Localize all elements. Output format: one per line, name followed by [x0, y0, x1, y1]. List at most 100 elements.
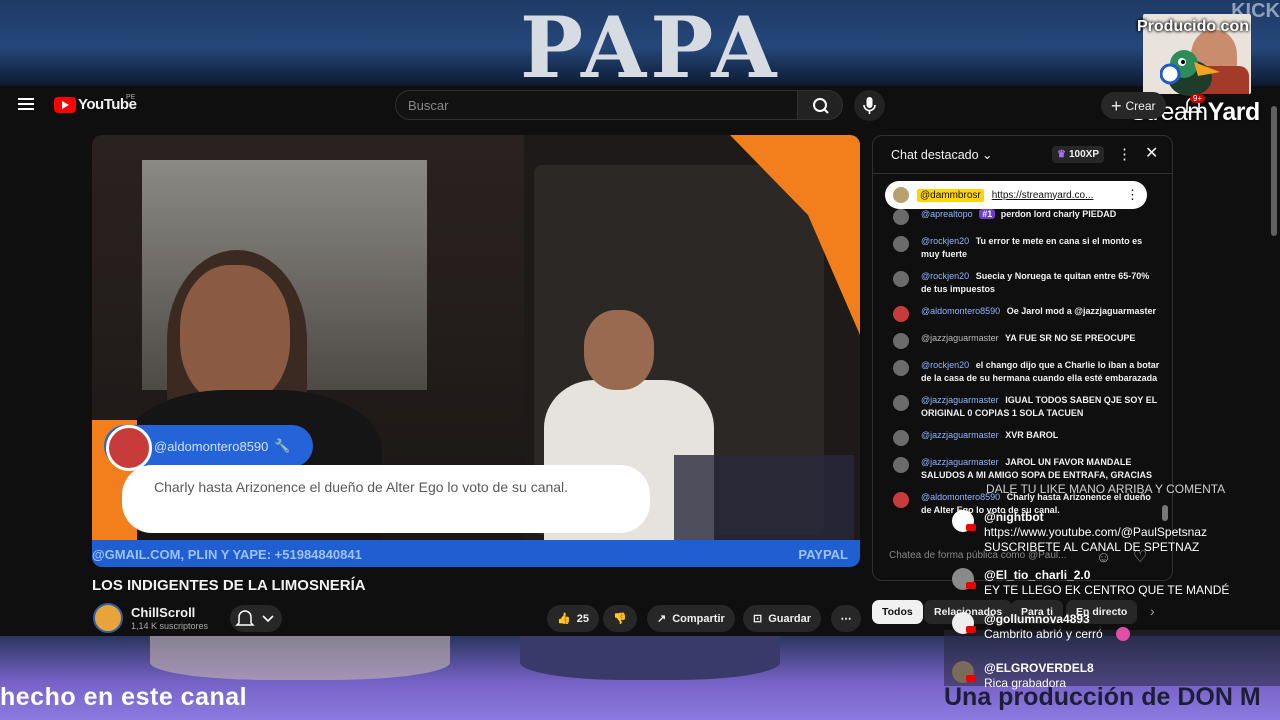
chat-author[interactable]: @rockjen20: [921, 236, 969, 246]
search-icon: [813, 98, 829, 114]
overlay-comment-name: @ELGROVERDEL8: [984, 661, 1094, 675]
wrench-icon: 🔧: [274, 438, 291, 453]
bottom-banner-left-text: hecho en este canal: [0, 683, 248, 711]
chat-author[interactable]: @rockjen20: [921, 271, 969, 281]
share-label: Compartir: [672, 612, 725, 625]
subscription-bell-button[interactable]: [230, 605, 282, 632]
chevron-down-icon: ⌄: [982, 148, 993, 162]
youtube-badge-icon: [966, 524, 976, 531]
chat-message: @rockjen20 Suecia y Noruega te quitan en…: [873, 268, 1172, 298]
chat-author[interactable]: @aprealtopo: [921, 209, 973, 219]
avatar: [893, 271, 909, 287]
chat-title: Chat destacado: [891, 148, 979, 162]
create-label: Crear: [1125, 98, 1156, 113]
chat-author[interactable]: @rockjen20: [921, 360, 969, 370]
overlay-comment-text-2: SUSCRIBETE AL CANAL DE SPETNAZ: [984, 540, 1200, 554]
crown-icon: ♛: [1057, 149, 1066, 160]
avatar: [893, 360, 909, 376]
xp-badge[interactable]: ♛ 100XP: [1052, 146, 1104, 163]
pinned-message[interactable]: @dammbrosr https://streamyard.co... ⋮: [885, 181, 1147, 209]
chat-text: Oe Jarol mod a @jazzjaguarmaster: [1006, 306, 1157, 316]
avatar: [893, 333, 909, 349]
subscriber-count: 1,14 K suscriptores: [131, 621, 209, 631]
rank-badge: #1: [979, 209, 996, 219]
save-label: Guardar: [768, 612, 812, 625]
xp-value: 100XP: [1068, 149, 1099, 160]
chat-text: XVR BAROL: [1005, 430, 1059, 440]
thumbs-up-icon: 👍: [557, 613, 571, 625]
laughing-emoji-icon: [1116, 627, 1130, 641]
bell-dropdown-icon: [235, 610, 274, 626]
youtube-badge-icon: [966, 626, 976, 633]
youtube-play-icon: [54, 96, 76, 113]
chat-author[interactable]: @jazzjaguarmaster: [921, 333, 999, 343]
like-count: 25: [576, 612, 589, 625]
overlay-username-text: @aldomontero8590: [154, 438, 269, 454]
chat-author[interactable]: @jazzjaguarmaster: [921, 430, 999, 440]
youtube-header: YouTube PE Buscar + Crear 9+: [0, 86, 1280, 126]
chat-mode-dropdown[interactable]: Chat destacado ⌄: [891, 147, 993, 162]
ticker-paypal: PAYPAL: [798, 547, 848, 562]
chat-message: @jazzjaguarmaster XVR BAROL: [873, 427, 1172, 449]
channel-avatar[interactable]: [93, 603, 123, 633]
banner-title: PAPA: [520, 0, 781, 87]
chat-author[interactable]: @aldomontero8590: [921, 306, 1000, 316]
stream-banner-top: PAPA KICK: [0, 0, 1280, 86]
chat-message: @rockjen20 Tu error te mete en cana si e…: [873, 233, 1172, 263]
overlay-comment-name: @nightbot: [984, 510, 1044, 524]
share-icon: ↗: [657, 613, 667, 625]
thumbs-down-icon: 👎: [613, 613, 627, 625]
voice-search-button[interactable]: [854, 90, 885, 121]
overlay-comment-text: Rica grabadora: [984, 676, 1067, 690]
notifications-badge: 9+: [1190, 94, 1206, 103]
plus-icon: +: [1111, 95, 1122, 116]
avatar: [893, 236, 909, 252]
video-player[interactable]: @aldomontero8590 🔧 Charly hasta Arizonen…: [92, 135, 860, 567]
create-button[interactable]: + Crear: [1101, 92, 1166, 119]
region-code: PE: [126, 94, 136, 101]
search-button[interactable]: [797, 90, 843, 120]
save-button[interactable]: ⊡ Guardar: [743, 605, 822, 632]
microphone-icon: [863, 97, 876, 114]
pinned-link[interactable]: https://streamyard.co...: [992, 190, 1094, 201]
overlay-comment-name: @gollumnova4893: [984, 612, 1090, 626]
share-button[interactable]: ↗ Compartir: [647, 605, 735, 632]
more-actions-button[interactable]: ⋯: [831, 605, 861, 632]
chat-header: Chat destacado ⌄ ♛ 100XP ⋮ ✕: [873, 136, 1172, 174]
overlay-comment-text: Cambrito abrió y cerró: [984, 627, 1103, 641]
overlay-comment-message: Charly hasta Arizonence el dueño de Alte…: [122, 465, 650, 533]
pinned-more-icon[interactable]: ⋮: [1126, 187, 1139, 203]
ticker-text: @GMAIL.COM, PLIN Y YAPE: +51984840841: [92, 547, 362, 562]
chat-text: perdon lord charly PIEDAD: [1000, 209, 1117, 219]
produced-by-label: Producido con: [1137, 18, 1249, 35]
menu-icon[interactable]: [18, 98, 34, 110]
overlay-comment-avatar: [106, 425, 152, 471]
stream-overlay-comments: DALE TU LIKE MANO ARRIBA Y COMENTA @nigh…: [944, 480, 1280, 702]
overlay-comment-text: https://www.youtube.com/@PaulSpetsnaz: [984, 525, 1207, 539]
stream-screen: PAPA KICK Producido con StreamYard YouTu…: [0, 0, 1280, 720]
avatar: [893, 209, 909, 225]
chip-all[interactable]: Todos: [872, 600, 923, 624]
youtube-badge-icon: [966, 675, 976, 682]
overlay-comment-text: EY TE LLEGO EK CENTRO QUE TE MANDÉ: [984, 583, 1230, 597]
chat-text: YA FUE SR NO SE PREOCUPE: [1005, 333, 1136, 343]
avatar: [893, 492, 909, 508]
video-ticker: @GMAIL.COM, PLIN Y YAPE: +51984840841 PA…: [92, 540, 860, 567]
dislike-button[interactable]: 👎: [603, 605, 637, 632]
chat-message: @rockjen20 el chango dijo que a Charlie …: [873, 357, 1172, 387]
chat-author[interactable]: @jazzjaguarmaster: [921, 395, 999, 405]
chat-message: @jazzjaguarmaster YA FUE SR NO SE PREOCU…: [873, 330, 1172, 352]
chat-author[interactable]: @jazzjaguarmaster: [921, 457, 999, 467]
search-input[interactable]: Buscar: [395, 90, 798, 120]
chat-more-icon[interactable]: ⋮: [1117, 145, 1132, 163]
youtube-logo[interactable]: YouTube PE: [54, 94, 137, 113]
bookmark-icon: ⊡: [753, 613, 763, 625]
more-horizontal-icon: ⋯: [840, 613, 852, 625]
channel-name[interactable]: ChillScroll: [131, 605, 195, 620]
avatar: [893, 457, 909, 473]
avatar: [893, 306, 909, 322]
like-button[interactable]: 👍 25: [547, 605, 599, 632]
chat-message: @jazzjaguarmaster IGUAL TODOS SABEN QJE …: [873, 392, 1172, 422]
close-chat-icon[interactable]: ✕: [1145, 143, 1158, 163]
pinned-author[interactable]: @dammbrosr: [917, 188, 984, 202]
